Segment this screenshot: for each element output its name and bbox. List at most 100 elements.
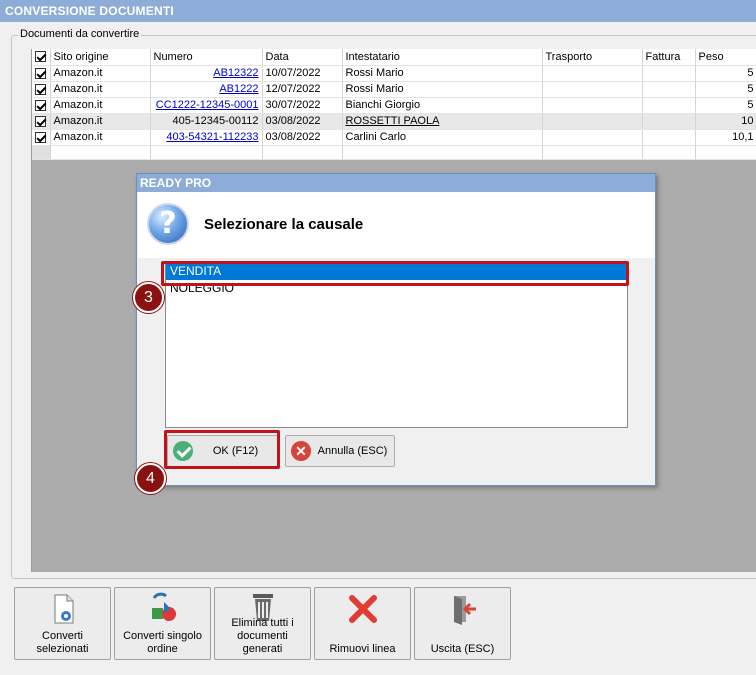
table-row[interactable]: Amazon.it AB12322 10/07/2022 Rossi Mario… (32, 65, 756, 82)
cell-numero-link[interactable]: 403-54321-112233 (150, 129, 263, 146)
empty-cell[interactable] (342, 145, 543, 160)
dialog-header: ? Selezionare la causale (138, 192, 655, 258)
exit-door-icon (415, 592, 510, 626)
checkbox-icon[interactable] (35, 115, 47, 127)
row-checkbox[interactable] (32, 81, 51, 98)
convert-arrows-icon (115, 592, 210, 626)
checkbox-icon[interactable] (35, 83, 47, 95)
cell-sito: Amazon.it (50, 129, 151, 146)
order-link[interactable]: 403-54321-112233 (166, 131, 258, 143)
checkbox-icon[interactable] (35, 99, 47, 111)
causale-listbox[interactable]: VENDITA NOLEGGIO (165, 262, 628, 428)
order-link[interactable]: AB1222 (219, 83, 258, 95)
cell-trasporto (542, 65, 643, 82)
cell-peso: 10,1 (695, 129, 756, 146)
header-select-all-checkbox[interactable] (32, 49, 51, 66)
step-badge-3: 3 (133, 282, 164, 313)
cell-fattura (642, 65, 696, 82)
exit-button[interactable]: Uscita (ESC) (414, 587, 511, 660)
cell-trasporto (542, 129, 643, 146)
column-header-numero[interactable]: Numero (150, 49, 263, 66)
intestatario-text: ROSSETTI PAOLA (345, 115, 440, 127)
cell-numero-link[interactable]: AB1222 (150, 81, 263, 98)
table-row[interactable]: Amazon.it CC1222-12345-0001 30/07/2022 B… (32, 97, 756, 114)
column-header-sito[interactable]: Sito origine (50, 49, 151, 66)
cancel-button-label: Annulla (ESC) (317, 445, 388, 457)
column-header-intestatario[interactable]: Intestatario (342, 49, 543, 66)
column-header-fattura[interactable]: Fattura (642, 49, 696, 66)
cell-data: 03/08/2022 (262, 113, 343, 130)
cell-data: 10/07/2022 (262, 65, 343, 82)
cell-peso: 10 (695, 113, 756, 130)
order-link[interactable]: AB12322 (213, 67, 258, 79)
dialog-question: Selezionare la causale (204, 216, 364, 233)
convert-selected-button[interactable]: Converti selezionati (14, 587, 111, 660)
cell-peso: 5 (695, 81, 756, 98)
close-icon: ✕ (291, 441, 311, 461)
cell-sito: Amazon.it (50, 81, 151, 98)
red-x-icon (315, 592, 410, 626)
exit-label: Uscita (ESC) (430, 643, 495, 655)
window-title: CONVERSIONE DOCUMENTI (0, 0, 756, 22)
cell-trasporto (542, 81, 643, 98)
cell-intestatario: Rossi Mario (342, 81, 543, 98)
convert-single-label: Converti singolo ordine (123, 630, 202, 655)
cell-trasporto (542, 113, 643, 130)
new-row-indicator (32, 145, 51, 160)
remove-line-button[interactable]: Rimuovi linea (314, 587, 411, 660)
cell-sito: Amazon.it (50, 113, 151, 130)
grid-header-row: Sito origine Numero Data Intestatario Tr… (32, 49, 756, 66)
cell-numero: 405-12345-00112 (150, 113, 263, 130)
cell-intestatario: Bianchi Giorgio (342, 97, 543, 114)
delete-all-label: Elimina tutti i documenti generati (231, 617, 294, 655)
highlight-vendita (161, 261, 629, 286)
cell-numero-link[interactable]: AB12322 (150, 65, 263, 82)
checkbox-icon[interactable] (35, 51, 47, 63)
row-checkbox[interactable] (32, 97, 51, 114)
column-header-peso[interactable]: Peso (695, 49, 756, 66)
convert-single-button[interactable]: Converti singolo ordine (114, 587, 211, 660)
highlight-ok (164, 430, 280, 469)
row-checkbox[interactable] (32, 65, 51, 82)
row-checkbox[interactable] (32, 129, 51, 146)
empty-cell[interactable] (50, 145, 151, 160)
cell-sito: Amazon.it (50, 97, 151, 114)
cell-peso: 5 (695, 65, 756, 82)
cell-intestatario: Carlini Carlo (342, 129, 543, 146)
cell-fattura (642, 97, 696, 114)
empty-cell[interactable] (642, 145, 696, 160)
cell-intestatario: Rossi Mario (342, 65, 543, 82)
group-label: Documenti da convertire (18, 28, 142, 40)
column-header-data[interactable]: Data (262, 49, 343, 66)
cell-sito: Amazon.it (50, 65, 151, 82)
cell-data: 03/08/2022 (262, 129, 343, 146)
convert-selected-label: Converti selezionati (36, 630, 89, 655)
cell-numero-link[interactable]: CC1222-12345-0001 (150, 97, 263, 114)
empty-cell[interactable] (262, 145, 343, 160)
dialog-title: READY PRO (137, 174, 655, 192)
cell-fattura (642, 129, 696, 146)
cell-trasporto (542, 97, 643, 114)
question-icon: ? (147, 203, 189, 245)
cell-intestatario: ROSSETTI PAOLA (342, 113, 543, 130)
step-badge-4: 4 (135, 463, 166, 494)
cell-fattura (642, 113, 696, 130)
order-link[interactable]: CC1222-12345-0001 (156, 99, 259, 111)
document-gear-icon (15, 592, 110, 626)
empty-cell[interactable] (150, 145, 263, 160)
column-header-trasporto[interactable]: Trasporto (542, 49, 643, 66)
checkbox-icon[interactable] (35, 67, 47, 79)
empty-cell[interactable] (542, 145, 643, 160)
table-row[interactable]: Amazon.it AB1222 12/07/2022 Rossi Mario … (32, 81, 756, 98)
cancel-button[interactable]: ✕ Annulla (ESC) (285, 435, 395, 467)
cell-data: 30/07/2022 (262, 97, 343, 114)
delete-all-button[interactable]: Elimina tutti i documenti generati (214, 587, 311, 660)
cell-peso: 5 (695, 97, 756, 114)
table-row[interactable]: Amazon.it 403-54321-112233 03/08/2022 Ca… (32, 129, 756, 146)
new-row[interactable] (32, 145, 756, 160)
table-row[interactable]: Amazon.it 405-12345-00112 03/08/2022 ROS… (32, 113, 756, 130)
empty-cell[interactable] (695, 145, 756, 160)
checkbox-icon[interactable] (35, 131, 47, 143)
cell-fattura (642, 81, 696, 98)
row-checkbox[interactable] (32, 113, 51, 130)
